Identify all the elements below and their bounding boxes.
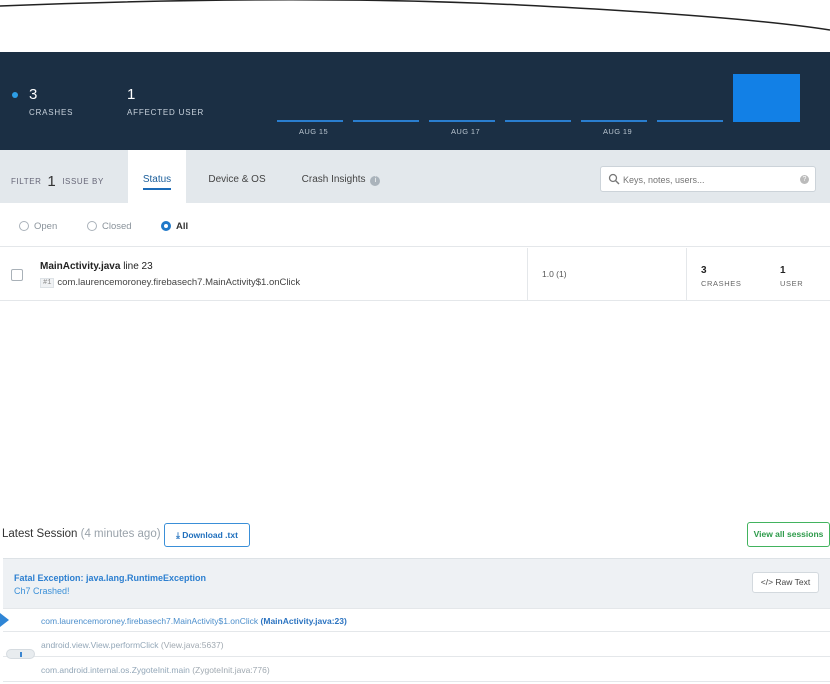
radio-all-label: All <box>176 221 189 232</box>
affected-users-count: 1 <box>127 86 136 103</box>
timeline-tick: AUG 15 <box>299 127 329 136</box>
issue-crashes-label: CRASHES <box>701 279 742 288</box>
filter-label: FILTER 1 ISSUE BY <box>11 173 104 190</box>
status-dot-icon <box>12 92 18 98</box>
crash-timeline: AUG 15 AUG 17 AUG 19 <box>277 120 725 142</box>
crash-summary-header: 3 CRASHES 1 AFFECTED USER AUG 15 AUG 17 … <box>0 52 830 150</box>
issue-row[interactable]: MainActivity.java line 23 #1 com.laurence… <box>0 248 830 301</box>
radio-all[interactable]: All <box>161 221 188 232</box>
timeline-segment <box>277 120 343 122</box>
raw-text-button[interactable]: </> Raw Text <box>752 572 819 593</box>
timeline-segment <box>657 120 723 122</box>
issue-crashes-count: 3 CRASHES <box>701 265 741 288</box>
timeline-tick: AUG 17 <box>451 127 481 136</box>
exception-header: Fatal Exception: java.lang.RuntimeExcept… <box>3 558 830 608</box>
issue-version-cell: 1.0 (1) <box>527 248 687 300</box>
search-input[interactable] <box>623 171 793 188</box>
radio-circle-icon <box>19 221 29 231</box>
tab-status-label: Status <box>142 174 172 185</box>
stack-frame-location: (View.java:5637) <box>160 640 224 650</box>
issue-users-count: 1 USER <box>780 265 803 288</box>
tab-device-os[interactable]: Device & OS <box>200 150 274 203</box>
download-icon: ⤓ <box>176 530 180 540</box>
affected-users-stat: 1 AFFECTED USER <box>127 86 204 117</box>
affected-users-label: AFFECTED USER <box>127 108 205 117</box>
timeline-tick: AUG 19 <box>603 127 633 136</box>
view-all-sessions-button[interactable]: View all sessions <box>747 522 830 547</box>
tab-device-os-label: Device & OS <box>208 174 266 185</box>
crashes-stat: 3 CRASHES <box>29 86 73 117</box>
stack-frame-location: (MainActivity.java:23) <box>260 616 347 626</box>
status-filter-row: Open Closed All <box>0 203 830 247</box>
crashes-label: CRASHES <box>29 108 74 117</box>
search-box[interactable]: ? <box>600 166 816 192</box>
issue-version: 1.0 (1) <box>542 269 567 279</box>
timeline-segment <box>505 120 571 122</box>
issue-checkbox[interactable] <box>11 269 23 281</box>
radio-selected-icon <box>161 221 171 231</box>
latest-session-ago: (4 minutes ago) <box>80 528 161 540</box>
top-border-curve <box>0 0 830 31</box>
stack-frame-method: com.laurencemoroney.firebasech7.MainActi… <box>41 616 259 626</box>
filter-prefix: FILTER <box>11 177 42 186</box>
stack-frame[interactable]: com.android.internal.os.ZygoteInit.main … <box>3 658 830 682</box>
issue-users-label: USER <box>780 279 804 288</box>
issue-line: line 23 <box>123 261 153 272</box>
issue-crashes-value: 3 <box>701 265 707 276</box>
filter-suffix: ISSUE BY <box>62 177 104 186</box>
radio-open-label: Open <box>34 221 58 232</box>
stack-frame-text: com.laurencemoroney.firebasech7.MainActi… <box>41 616 347 626</box>
crashes-count: 3 <box>29 86 38 103</box>
issue-title: MainActivity.java line 23 <box>40 261 153 272</box>
help-icon[interactable]: ? <box>800 175 809 184</box>
exception-title[interactable]: Fatal Exception: java.lang.RuntimeExcept… <box>14 573 206 583</box>
tab-crash-insights[interactable]: Crash Insights i <box>296 150 386 203</box>
tab-crash-insights-label: Crash Insights <box>301 174 366 185</box>
latest-session-heading: Latest Session (4 minutes ago) <box>2 528 161 540</box>
stack-frame[interactable]: com.laurencemoroney.firebasech7.MainActi… <box>0 608 830 632</box>
timeline-segment <box>353 120 419 122</box>
current-frame-arrow-icon <box>0 613 9 627</box>
issue-method: com.laurencemoroney.firebasech7.MainActi… <box>57 277 301 288</box>
timeline-segment <box>429 120 495 122</box>
stack-frame-method: android.view.View.performClick <box>41 640 159 650</box>
tab-status[interactable]: Status <box>128 150 186 203</box>
issue-file: MainActivity.java <box>40 261 121 272</box>
active-tab-underline <box>143 188 171 190</box>
radio-circle-icon <box>87 221 97 231</box>
download-txt-button[interactable]: ⤓ Download .txt <box>164 523 250 547</box>
stack-frame-location: (ZygoteInit.java:776) <box>192 665 270 675</box>
filter-issue-count: 1 <box>47 173 57 190</box>
radio-closed-label: Closed <box>102 221 132 232</box>
issue-users-value: 1 <box>780 265 786 276</box>
info-icon: i <box>370 176 381 186</box>
timeline-segment <box>581 120 647 122</box>
stack-frame[interactable]: android.view.View.performClick (View.jav… <box>3 633 830 659</box>
search-icon <box>608 173 620 185</box>
latest-session-title: Latest Session <box>2 528 78 540</box>
issue-number-badge: #1 <box>40 278 55 288</box>
stack-frame-method: com.android.internal.os.ZygoteInit.main <box>41 665 190 675</box>
radio-open[interactable]: Open <box>19 221 57 232</box>
issue-subtitle: #1 com.laurencemoroney.firebasech7.MainAc… <box>40 277 300 288</box>
download-txt-label: Download .txt <box>182 530 238 540</box>
exception-message: Ch7 Crashed! <box>14 586 70 596</box>
radio-closed[interactable]: Closed <box>87 221 132 232</box>
stack-frame-text: com.android.internal.os.ZygoteInit.main … <box>41 665 270 675</box>
timeline-highlight-block[interactable] <box>733 74 800 122</box>
stack-frame-text: android.view.View.performClick (View.jav… <box>41 640 224 650</box>
